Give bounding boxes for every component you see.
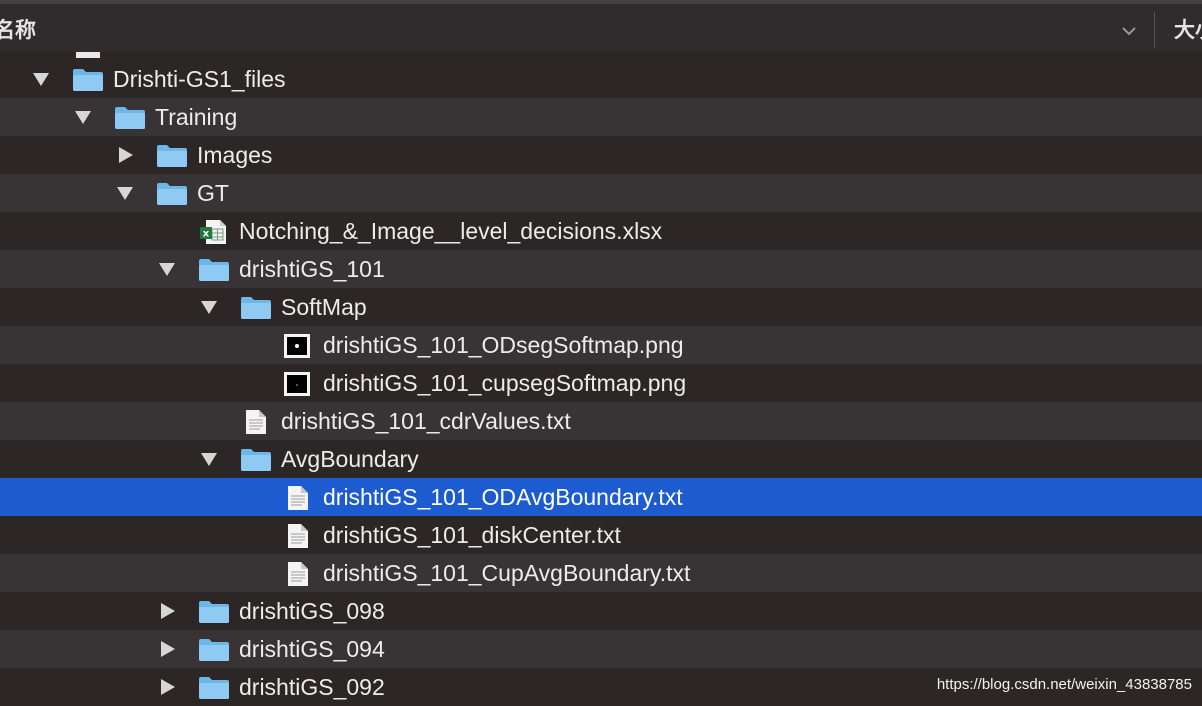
tree-row-notching-xlsx[interactable]: x Notching_&_Image__level_decisions.xlsx — [0, 212, 1202, 250]
row-label: drishtiGS_101_ODAvgBoundary.txt — [323, 484, 683, 510]
tree-row-gt[interactable]: GT — [0, 174, 1202, 212]
folder-icon — [73, 69, 103, 91]
tree-row-disk-center[interactable]: drishtiGS_101_diskCenter.txt — [0, 516, 1202, 554]
row-label: drishtiGS_098 — [239, 598, 385, 624]
excel-file-icon: x — [200, 220, 226, 244]
disclosure-triangle-icon[interactable] — [158, 261, 176, 277]
disclosure-triangle-icon[interactable] — [158, 603, 176, 619]
disclosure-triangle-icon[interactable] — [158, 641, 176, 657]
tree-row-drishtigs-098[interactable]: drishtiGS_098 — [0, 592, 1202, 630]
row-label: drishtiGS_101_cdrValues.txt — [281, 408, 571, 434]
disclosure-triangle-icon[interactable] — [74, 109, 92, 125]
image-file-icon — [284, 372, 310, 396]
folder-icon — [157, 183, 187, 205]
folder-icon — [157, 145, 187, 167]
folder-icon — [199, 639, 229, 661]
folder-icon — [199, 601, 229, 623]
column-header: 名称 大小 — [0, 4, 1202, 53]
tree-row-images[interactable]: Images — [0, 136, 1202, 174]
watermark-url: https://blog.csdn.net/weixin_43838785 — [936, 676, 1192, 693]
tree-row-cupseg-softmap[interactable]: drishtiGS_101_cupsegSoftmap.png — [0, 364, 1202, 402]
file-icon — [76, 52, 100, 58]
text-file-icon — [288, 562, 308, 586]
partially-scrolled-row — [0, 52, 1202, 60]
svg-text:x: x — [203, 229, 210, 240]
row-label: Training — [155, 104, 238, 130]
row-label: Notching_&_Image__level_decisions.xlsx — [239, 218, 663, 244]
row-label: drishtiGS_101_diskCenter.txt — [323, 522, 621, 548]
image-file-icon — [284, 334, 310, 358]
tree-row-drishtigs-094[interactable]: drishtiGS_094 — [0, 630, 1202, 668]
disclosure-triangle-icon[interactable] — [200, 451, 218, 467]
tree-row-cdr-values[interactable]: drishtiGS_101_cdrValues.txt — [0, 402, 1202, 440]
row-label: drishtiGS_101 — [239, 256, 385, 282]
tree-row-avgboundary[interactable]: AvgBoundary — [0, 440, 1202, 478]
row-label: GT — [197, 180, 229, 206]
folder-icon — [115, 107, 145, 129]
disclosure-triangle-icon[interactable] — [32, 71, 50, 87]
folder-icon — [199, 677, 229, 699]
tree-row-cup-avg-boundary[interactable]: drishtiGS_101_CupAvgBoundary.txt — [0, 554, 1202, 592]
row-label: Drishti-GS1_files — [113, 66, 286, 92]
text-file-icon — [246, 410, 266, 434]
tree-row-drishtigs-101[interactable]: drishtiGS_101 — [0, 250, 1202, 288]
row-label: SoftMap — [281, 294, 367, 320]
name-column-header[interactable]: 名称 — [0, 14, 36, 44]
row-label: Images — [197, 142, 273, 168]
size-column-header[interactable]: 大小 — [1174, 14, 1202, 44]
disclosure-triangle-icon[interactable] — [200, 299, 218, 315]
row-label: drishtiGS_101_CupAvgBoundary.txt — [323, 560, 691, 586]
folder-icon — [199, 259, 229, 281]
row-label: drishtiGS_092 — [239, 674, 385, 700]
row-label: drishtiGS_101_ODsegSoftmap.png — [323, 332, 684, 358]
file-tree: Drishti-GS1_files Training Images GT x No… — [0, 60, 1202, 706]
disclosure-triangle-icon[interactable] — [116, 147, 134, 163]
chevron-down-icon[interactable] — [1118, 20, 1140, 42]
disclosure-triangle-icon[interactable] — [116, 185, 134, 201]
disclosure-triangle-icon[interactable] — [158, 679, 176, 695]
text-file-icon — [288, 524, 308, 548]
text-file-icon — [288, 486, 308, 510]
tree-row-training[interactable]: Training — [0, 98, 1202, 136]
row-label: drishtiGS_094 — [239, 636, 385, 662]
tree-row-drishti-gs1-files[interactable]: Drishti-GS1_files — [0, 60, 1202, 98]
tree-row-odseg-softmap[interactable]: drishtiGS_101_ODsegSoftmap.png — [0, 326, 1202, 364]
tree-row-softmap[interactable]: SoftMap — [0, 288, 1202, 326]
folder-icon — [241, 449, 271, 471]
row-label: AvgBoundary — [281, 446, 419, 472]
folder-icon — [241, 297, 271, 319]
column-divider[interactable] — [1154, 12, 1155, 48]
row-label: drishtiGS_101_cupsegSoftmap.png — [323, 370, 687, 396]
tree-row-od-avg-boundary[interactable]: drishtiGS_101_ODAvgBoundary.txt — [0, 478, 1202, 516]
